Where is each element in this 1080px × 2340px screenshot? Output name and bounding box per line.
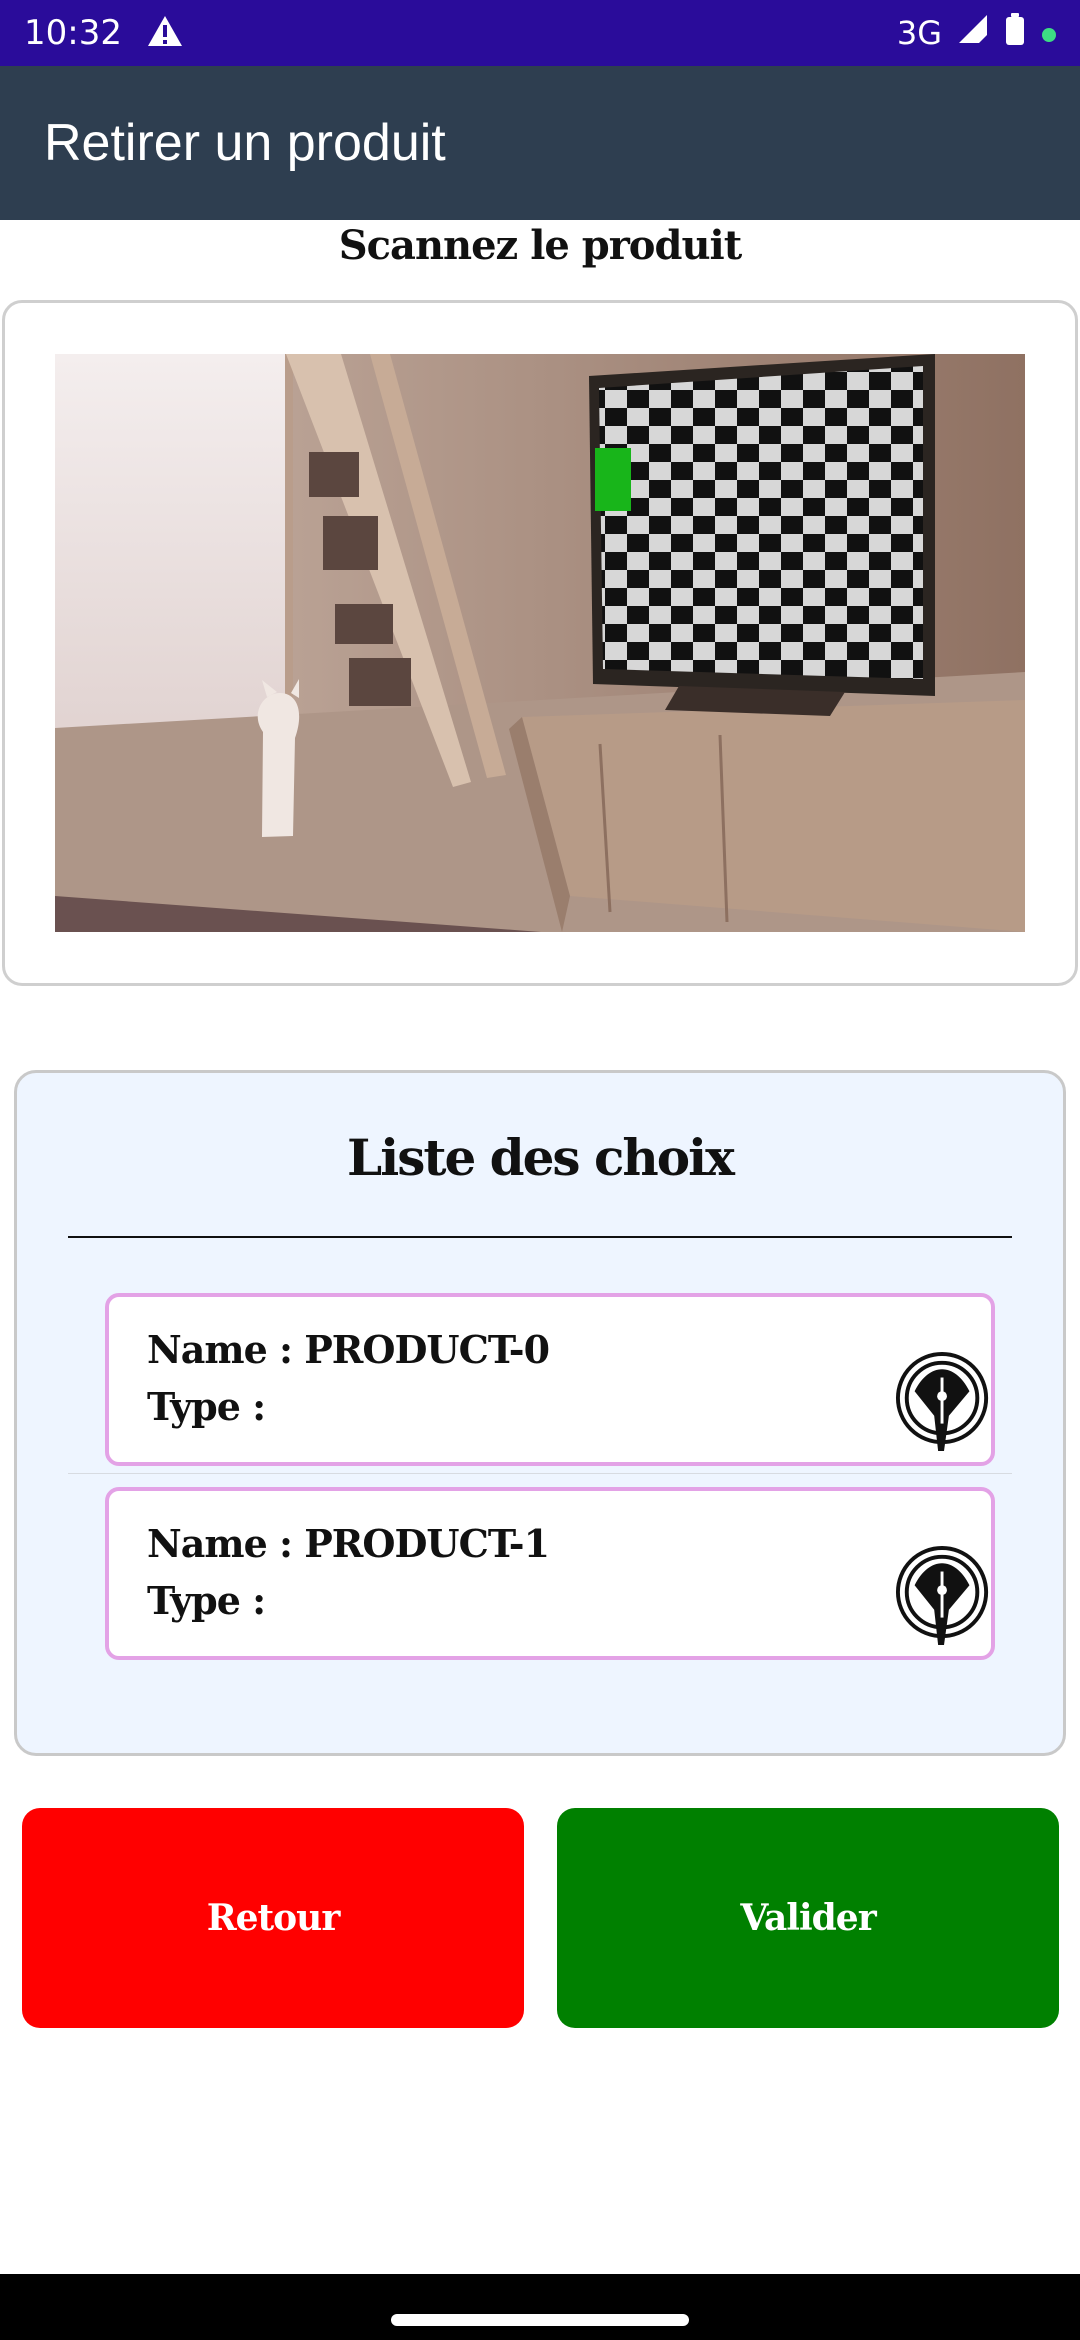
product-item[interactable]: Name : PRODUCT-1 Type : [105, 1487, 995, 1660]
product-name: Name : PRODUCT-0 [147, 1327, 550, 1372]
product-type: Type : [147, 1384, 266, 1429]
app-bar: Retirer un produit [0, 66, 1080, 220]
page-title: Retirer un produit [44, 114, 446, 172]
choice-list-title: Liste des choix [347, 1128, 735, 1187]
status-bar: 10:32 3G [0, 0, 1080, 66]
back-button[interactable]: Retour [22, 1808, 524, 2028]
status-time: 10:32 [24, 13, 122, 53]
notification-dot-icon [1040, 14, 1058, 52]
signal-icon [956, 12, 990, 54]
warning-icon [146, 14, 184, 52]
product-item[interactable]: Name : PRODUCT-0 Type : [105, 1293, 995, 1466]
camera-preview[interactable] [55, 354, 1025, 932]
network-type: 3G [896, 14, 942, 52]
fountain-pen-icon[interactable] [895, 1542, 993, 1652]
system-navigation-bar [0, 2274, 1080, 2340]
product-type: Type : [147, 1578, 266, 1623]
status-indicators: 3G [897, 12, 1058, 54]
validate-button[interactable]: Valider [557, 1808, 1059, 2028]
home-indicator[interactable] [391, 2314, 689, 2326]
scanner-title: Scannez le produit [338, 222, 742, 269]
list-separator [68, 1473, 1012, 1474]
app-screen: 10:32 3G Retirer un produit Scannez le p… [0, 0, 1080, 2340]
choice-list-divider [68, 1236, 1012, 1238]
fountain-pen-icon[interactable] [895, 1348, 993, 1458]
battery-icon [1004, 12, 1026, 54]
product-name: Name : PRODUCT-1 [147, 1521, 550, 1566]
